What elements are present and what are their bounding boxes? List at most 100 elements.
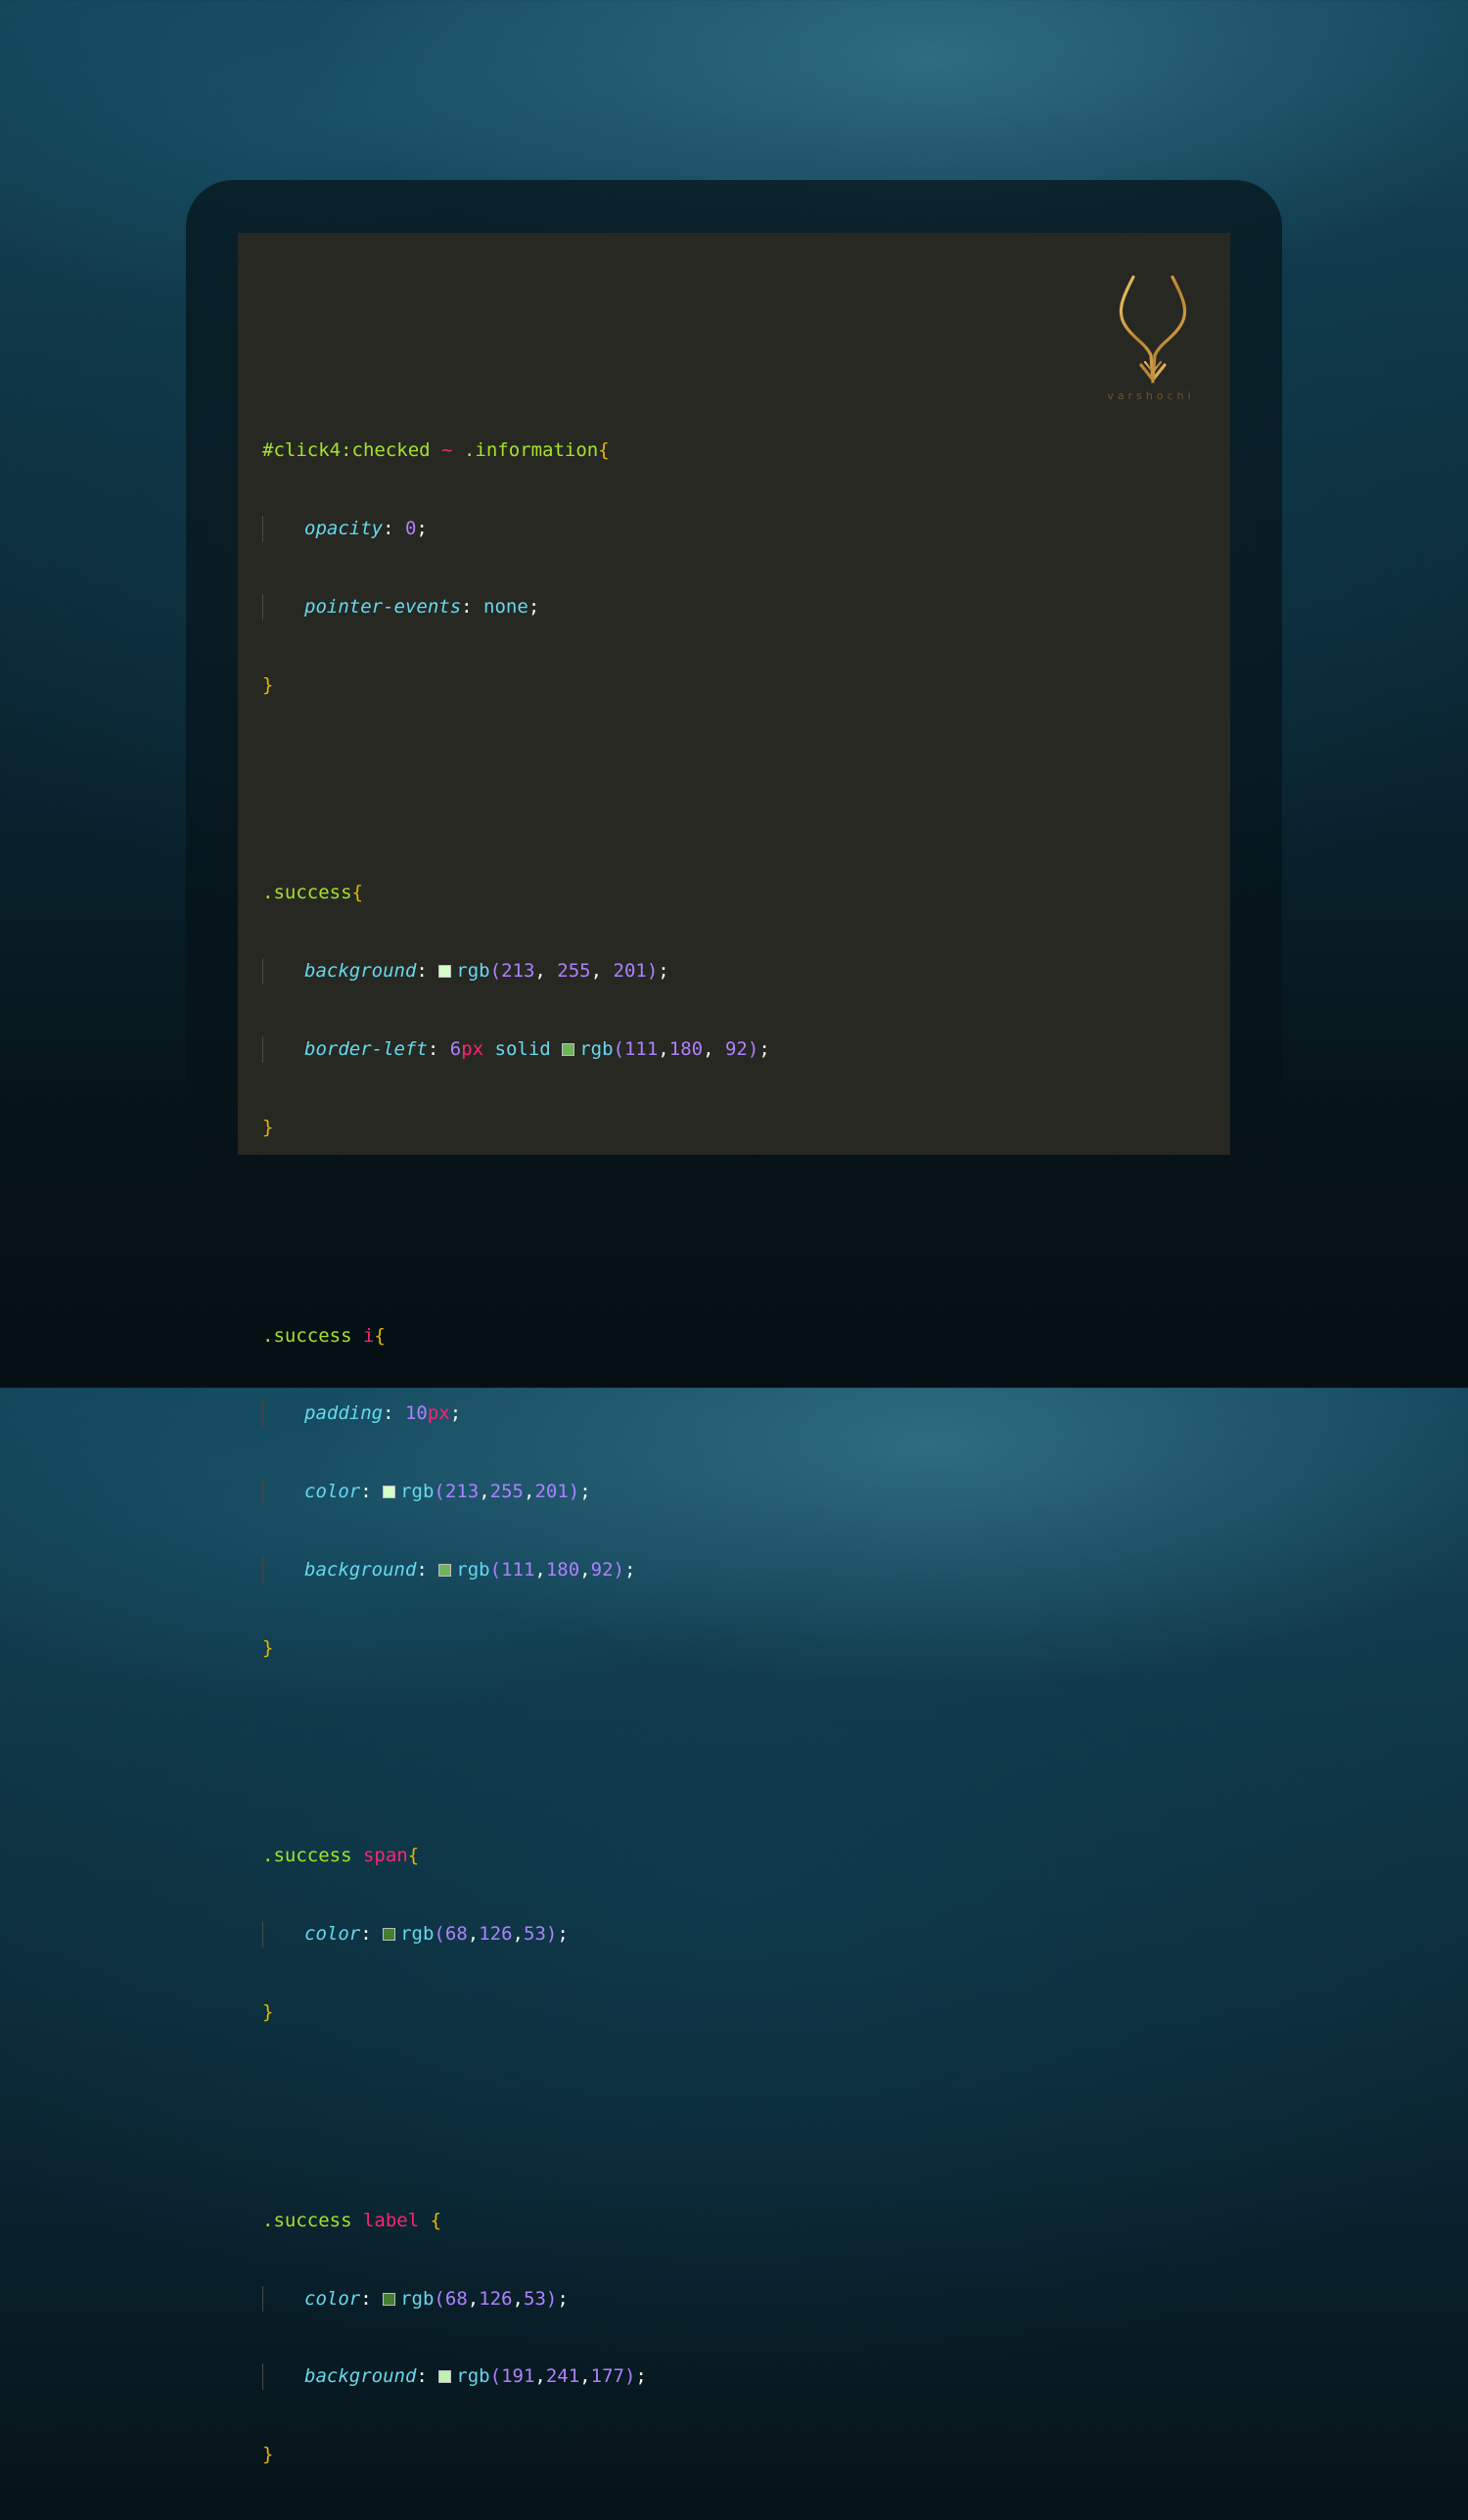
code-line: opacity: 0; <box>262 516 770 542</box>
close-brace: } <box>262 1116 274 1138</box>
open-brace: { <box>598 439 610 462</box>
close-brace: } <box>262 673 274 696</box>
value: 180 <box>668 1038 704 1061</box>
value: none <box>483 595 528 618</box>
color-swatch <box>383 1486 396 1499</box>
indent-guide <box>262 1036 263 1063</box>
function: rgb <box>456 1558 490 1581</box>
code-line: border-left: 6px solid rgb(111,180, 92); <box>262 1036 770 1063</box>
open-brace: { <box>374 1324 386 1347</box>
code-line: } <box>262 2442 770 2468</box>
brand-name: varshochi <box>1107 389 1195 402</box>
close-brace: } <box>262 2444 274 2466</box>
open-brace: { <box>430 2209 442 2231</box>
indent-guide <box>262 1400 263 1427</box>
value: 213 <box>444 1481 480 1503</box>
color-swatch <box>438 1563 452 1577</box>
tag: label <box>362 2209 420 2231</box>
close-brace: } <box>262 2001 274 2023</box>
value: 191 <box>501 2365 535 2388</box>
function: rgb <box>400 1923 435 1946</box>
value: 0 <box>404 518 417 540</box>
code-line: color: rgb(68,126,53); <box>262 2285 770 2313</box>
value: 111 <box>501 1558 535 1581</box>
combinator: ~ <box>441 439 453 462</box>
value: solid <box>494 1038 551 1061</box>
code-block: #click4:checked ~ .information{ opacity:… <box>262 334 770 2520</box>
code-line: background: rgb(213, 255, 201); <box>262 958 770 985</box>
code-line: .success span{ <box>262 1843 770 1869</box>
indent-guide <box>262 2363 263 2390</box>
property: opacity <box>304 518 384 540</box>
code-line: #click4:checked ~ .information{ <box>262 437 770 464</box>
function: rgb <box>579 1038 614 1061</box>
value: 111 <box>623 1038 659 1061</box>
indent-guide <box>262 1479 263 1505</box>
code-line: } <box>262 1635 770 1662</box>
value: 201 <box>534 1481 569 1503</box>
property: background <box>304 1558 417 1581</box>
indent-guide <box>262 1921 263 1947</box>
close-brace: } <box>262 1636 274 1659</box>
color-swatch <box>383 2292 396 2306</box>
function: rgb <box>456 960 490 983</box>
selector: .success <box>262 1324 352 1347</box>
property: background <box>304 960 417 983</box>
value: 53 <box>524 1923 546 1946</box>
indent-guide <box>262 516 263 542</box>
code-line: color: rgb(213,255,201); <box>262 1479 770 1505</box>
selector: .information <box>463 439 599 462</box>
selector: .success <box>262 882 352 904</box>
unit: px <box>461 1038 484 1061</box>
value: 201 <box>613 960 647 983</box>
code-line: } <box>262 672 770 699</box>
code-line: pointer-events: none; <box>262 593 770 620</box>
property: background <box>304 2365 417 2388</box>
code-line: .success label { <box>262 2208 770 2234</box>
function: rgb <box>456 2365 490 2388</box>
selector: #click4:checked <box>262 439 431 462</box>
tag: i <box>362 1324 375 1347</box>
value: 213 <box>501 960 535 983</box>
property: padding <box>304 1402 384 1425</box>
property: color <box>304 2287 361 2310</box>
open-brace: { <box>407 1845 420 1867</box>
value: 6 <box>449 1038 462 1061</box>
value: 255 <box>557 960 591 983</box>
value: 255 <box>489 1481 524 1503</box>
value: 68 <box>444 1923 468 1946</box>
code-line: .success{ <box>262 880 770 906</box>
value: 241 <box>545 2365 580 2388</box>
value: 68 <box>444 2287 468 2310</box>
property: pointer-events <box>304 595 462 618</box>
tag: span <box>362 1845 408 1867</box>
code-line: color: rgb(68,126,53); <box>262 1921 770 1947</box>
color-swatch <box>438 2370 452 2384</box>
color-swatch <box>438 965 452 979</box>
property: color <box>304 1481 361 1503</box>
function: rgb <box>400 1481 435 1503</box>
selector: .success <box>262 1845 352 1867</box>
antelope-horns-logo-icon <box>1119 275 1187 385</box>
value: 92 <box>590 1558 614 1581</box>
code-line: } <box>262 1999 770 2026</box>
indent-guide <box>262 593 263 620</box>
open-brace: { <box>351 882 363 904</box>
indent-guide <box>262 958 263 985</box>
color-swatch <box>383 1928 396 1942</box>
value: 126 <box>479 1923 513 1946</box>
function: rgb <box>400 2287 435 2310</box>
code-line: padding: 10px; <box>262 1400 770 1427</box>
code-line: } <box>262 1115 770 1141</box>
code-line: background: rgb(111,180,92); <box>262 1556 770 1583</box>
color-swatch <box>562 1043 575 1057</box>
property: color <box>304 1923 361 1946</box>
value: 92 <box>724 1038 748 1061</box>
value: 177 <box>590 2365 624 2388</box>
value: 126 <box>479 2287 513 2310</box>
indent-guide <box>262 1556 263 1583</box>
indent-guide <box>262 2285 263 2313</box>
unit: px <box>427 1402 450 1425</box>
value: 53 <box>524 2287 546 2310</box>
selector: .success <box>262 2209 352 2231</box>
